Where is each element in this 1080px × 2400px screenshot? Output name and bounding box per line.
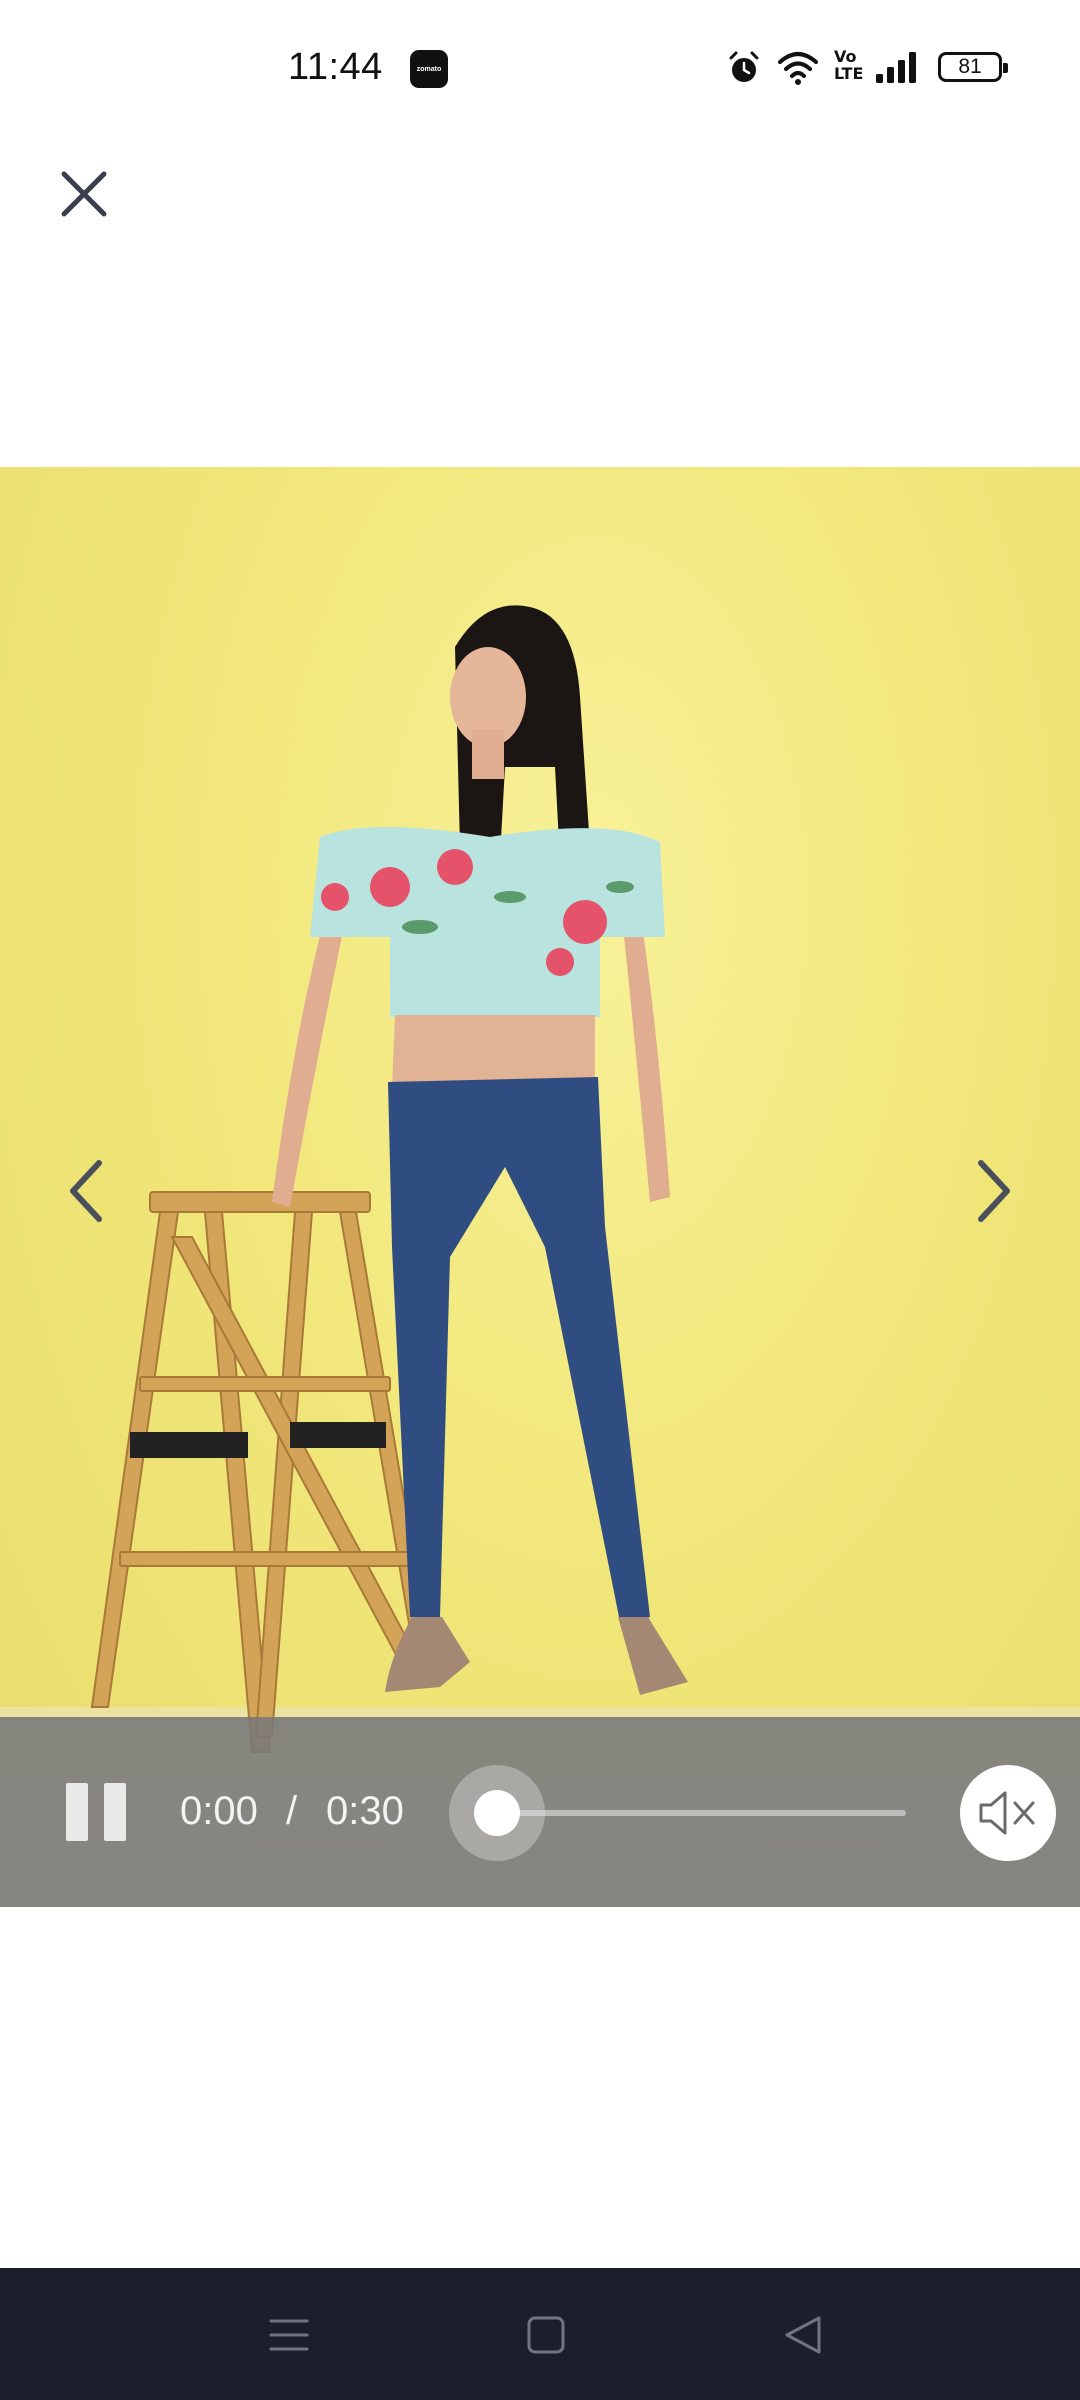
pause-button[interactable] xyxy=(66,1783,126,1841)
battery-icon: 81 xyxy=(938,52,1008,82)
speaker-muted-icon xyxy=(979,1791,1035,1835)
seek-bar[interactable] xyxy=(496,1810,906,1816)
home-square-icon xyxy=(527,2316,565,2354)
current-time: 0:00 xyxy=(180,1789,258,1833)
previous-button[interactable] xyxy=(50,1151,120,1231)
wifi-icon xyxy=(778,52,818,85)
seek-thumb[interactable] xyxy=(474,1790,520,1836)
chevron-left-icon xyxy=(70,1160,102,1222)
volte-top-label: Vo xyxy=(834,47,857,66)
pause-icon-bar-right xyxy=(104,1783,126,1841)
time-separator: / xyxy=(286,1789,298,1833)
close-icon xyxy=(61,171,107,217)
next-button[interactable] xyxy=(960,1151,1030,1231)
status-icons: Vo LTE 81 xyxy=(726,48,1008,90)
pause-icon-bar-left xyxy=(66,1783,88,1841)
status-bar: 11:44 zomato Vo LTE 81 xyxy=(0,0,1080,136)
signal-icon xyxy=(876,52,916,83)
video-player[interactable]: 0:00 / 0:30 xyxy=(0,467,1080,1907)
chevron-right-icon xyxy=(978,1160,1010,1222)
back-triangle-icon xyxy=(785,2316,821,2354)
home-button[interactable] xyxy=(523,2312,569,2358)
menu-icon xyxy=(269,2319,309,2351)
video-controls: 0:00 / 0:30 xyxy=(0,1717,1080,1907)
system-navigation-bar xyxy=(0,2268,1080,2400)
video-frame-illustration xyxy=(90,605,688,1753)
back-button[interactable] xyxy=(780,2312,826,2358)
zomato-app-icon: zomato xyxy=(410,50,448,88)
close-button[interactable] xyxy=(52,162,116,226)
volte-bottom-label: LTE xyxy=(834,64,864,83)
mute-button[interactable] xyxy=(960,1765,1056,1861)
battery-level: 81 xyxy=(958,55,982,78)
recent-apps-button[interactable] xyxy=(266,2312,312,2358)
alarm-icon xyxy=(729,51,759,82)
status-time: 11:44 xyxy=(288,46,383,88)
total-duration: 0:30 xyxy=(326,1789,404,1833)
volte-icon: Vo LTE xyxy=(834,48,863,82)
